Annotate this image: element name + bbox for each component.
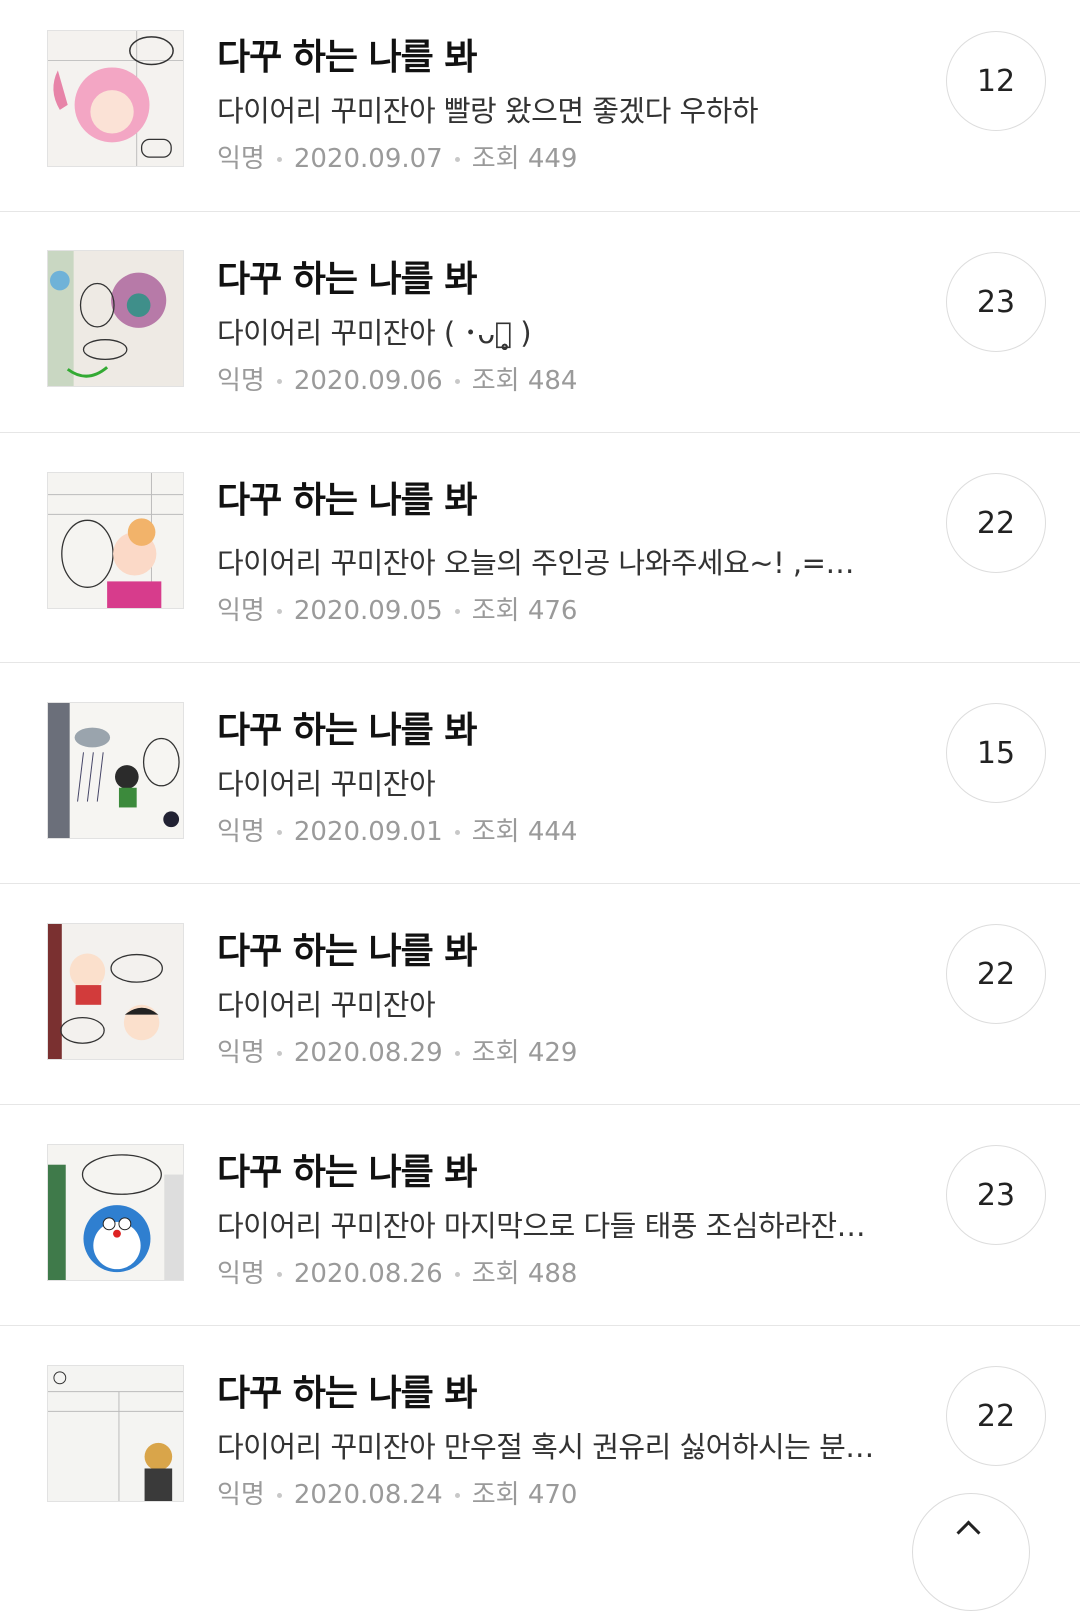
- post-description[interactable]: 다이어리 꾸미잔아 ( ･ᴗ･̥̥̥ ): [217, 310, 877, 352]
- list-item[interactable]: 다꾸 하는 나를 봐 다이어리 꾸미잔아 마지막으로 다들 태풍 조심하라잔아~…: [0, 1105, 1080, 1326]
- post-thumbnail[interactable]: [47, 1144, 184, 1281]
- separator-dot: [276, 830, 282, 835]
- post-date: 2020.08.26: [293, 1259, 443, 1289]
- separator-dot: [454, 157, 460, 162]
- post-date: 2020.09.01: [293, 817, 443, 847]
- scroll-to-top-button[interactable]: [912, 1493, 1030, 1611]
- post-author: 익명: [217, 817, 265, 847]
- post-date: 2020.09.05: [293, 596, 443, 626]
- post-meta: 익명 2020.08.26 조회 488: [217, 1253, 577, 1290]
- list-item[interactable]: 다꾸 하는 나를 봐 다이어리 꾸미잔아 빨랑 왔으면 좋겠다 우하하 익명 20…: [0, 0, 1080, 212]
- post-author: 익명: [217, 366, 265, 396]
- comment-count-badge[interactable]: 15: [946, 703, 1046, 803]
- post-title[interactable]: 다꾸 하는 나를 봐: [217, 701, 477, 753]
- post-meta: 익명 2020.08.29 조회 429: [217, 1032, 577, 1069]
- post-views: 조회 470: [471, 1480, 578, 1510]
- separator-dot: [276, 157, 282, 162]
- post-views: 조회 488: [471, 1259, 578, 1289]
- diary-sticker-rain-boy-icon: [48, 703, 183, 838]
- post-thumbnail[interactable]: [47, 30, 184, 167]
- post-views: 조회 444: [471, 817, 578, 847]
- post-views: 조회 449: [471, 144, 578, 174]
- list-item[interactable]: 다꾸 하는 나를 봐 다이어리 꾸미잔아 오늘의 주인공 나와주세요~! ,==…: [0, 433, 1080, 663]
- post-date: 2020.09.06: [293, 366, 443, 396]
- comment-count-badge[interactable]: 22: [946, 924, 1046, 1024]
- post-description[interactable]: 다이어리 꾸미잔아 빨랑 왔으면 좋겠다 우하하: [217, 88, 877, 130]
- post-author: 익명: [217, 144, 265, 174]
- post-views: 조회 429: [471, 1038, 578, 1068]
- post-title[interactable]: 다꾸 하는 나를 봐: [217, 922, 477, 974]
- post-thumbnail[interactable]: [47, 472, 184, 609]
- post-list: 다꾸 하는 나를 봐 다이어리 꾸미잔아 빨랑 왔으면 좋겠다 우하하 익명 20…: [0, 0, 1080, 1547]
- post-meta: 익명 2020.09.07 조회 449: [217, 138, 577, 175]
- list-item[interactable]: 다꾸 하는 나를 봐 다이어리 꾸미잔아 ( ･ᴗ･̥̥̥ ) 익명 2020.0…: [0, 212, 1080, 433]
- post-description[interactable]: 다이어리 꾸미잔아 만우절 혹시 권유리 싫어하시는 분 ...: [217, 1424, 877, 1466]
- post-title[interactable]: 다꾸 하는 나를 봐: [217, 1143, 477, 1195]
- post-thumbnail[interactable]: [47, 250, 184, 387]
- post-description[interactable]: 다이어리 꾸미잔아 마지막으로 다들 태풍 조심하라잔아~!: [217, 1203, 877, 1245]
- separator-dot: [454, 830, 460, 835]
- diary-sticker-blue-robot-cat-icon: [48, 1145, 183, 1280]
- post-title[interactable]: 다꾸 하는 나를 봐: [217, 250, 477, 302]
- separator-dot: [454, 379, 460, 384]
- separator-dot: [276, 609, 282, 614]
- separator-dot: [454, 609, 460, 614]
- post-thumbnail[interactable]: [47, 1365, 184, 1502]
- post-meta: 익명 2020.08.24 조회 470: [217, 1474, 577, 1511]
- comment-count-badge[interactable]: 23: [946, 252, 1046, 352]
- diary-sticker-crying-girl-icon: [48, 473, 183, 608]
- list-item[interactable]: 다꾸 하는 나를 봐 다이어리 꾸미잔아 익명 2020.09.01 조회 444 …: [0, 663, 1080, 884]
- post-author: 익명: [217, 1259, 265, 1289]
- post-thumbnail[interactable]: [47, 702, 184, 839]
- post-views: 조회 476: [471, 596, 578, 626]
- diary-sticker-peacock-icon: [48, 251, 183, 386]
- post-meta: 익명 2020.09.05 조회 476: [217, 590, 577, 627]
- list-item[interactable]: 다꾸 하는 나를 봐 다이어리 꾸미잔아 만우절 혹시 권유리 싫어하시는 분 …: [0, 1326, 1080, 1547]
- comment-count-badge[interactable]: 23: [946, 1145, 1046, 1245]
- separator-dot: [454, 1272, 460, 1277]
- post-title[interactable]: 다꾸 하는 나를 봐: [217, 28, 477, 80]
- separator-dot: [276, 1272, 282, 1277]
- diary-sticker-cartoon-kids-icon: [48, 924, 183, 1059]
- post-author: 익명: [217, 1038, 265, 1068]
- post-author: 익명: [217, 1480, 265, 1510]
- comment-count-badge[interactable]: 22: [946, 1366, 1046, 1466]
- diary-sticker-blonde-character-icon: [48, 1366, 183, 1501]
- post-description[interactable]: 다이어리 꾸미잔아: [217, 982, 877, 1024]
- post-description[interactable]: 다이어리 꾸미잔아: [217, 761, 877, 803]
- separator-dot: [454, 1051, 460, 1056]
- post-meta: 익명 2020.09.01 조회 444: [217, 811, 577, 848]
- separator-dot: [276, 1493, 282, 1498]
- post-date: 2020.09.07: [293, 144, 443, 174]
- separator-dot: [276, 379, 282, 384]
- post-date: 2020.08.24: [293, 1480, 443, 1510]
- separator-dot: [454, 1493, 460, 1498]
- post-date: 2020.08.29: [293, 1038, 443, 1068]
- list-item[interactable]: 다꾸 하는 나를 봐 다이어리 꾸미잔아 익명 2020.08.29 조회 429 …: [0, 884, 1080, 1105]
- post-thumbnail[interactable]: [47, 923, 184, 1060]
- post-title[interactable]: 다꾸 하는 나를 봐: [217, 1364, 477, 1416]
- post-description[interactable]: 다이어리 꾸미잔아 오늘의 주인공 나와주세요~! ,===、...: [217, 540, 877, 582]
- post-views: 조회 484: [471, 366, 578, 396]
- comment-count-badge[interactable]: 22: [946, 473, 1046, 573]
- diary-sticker-pink-hair-girl-icon: [48, 31, 183, 166]
- comment-count-badge[interactable]: 12: [946, 31, 1046, 131]
- post-author: 익명: [217, 596, 265, 626]
- post-title[interactable]: 다꾸 하는 나를 봐: [217, 471, 477, 523]
- post-meta: 익명 2020.09.06 조회 484: [217, 360, 577, 397]
- separator-dot: [276, 1051, 282, 1056]
